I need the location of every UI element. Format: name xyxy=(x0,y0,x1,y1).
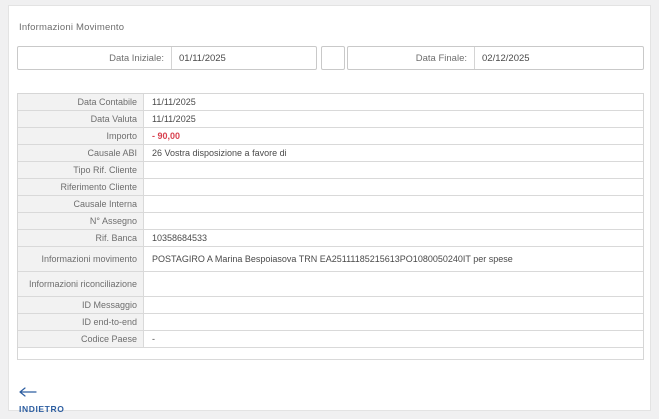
back-button[interactable]: INDIETRO xyxy=(19,384,64,414)
row-label: Data Valuta xyxy=(18,111,144,127)
row-value-negative-amount: - 90,00 xyxy=(144,128,643,144)
table-row: Informazioni riconciliazione xyxy=(18,272,643,297)
end-date-label: Data Finale: xyxy=(348,47,475,69)
table-row: Importo - 90,00 xyxy=(18,128,643,145)
table-row: Informazioni movimento POSTAGIRO A Marin… xyxy=(18,247,643,272)
row-value: - xyxy=(144,331,643,347)
date-filter-row: Data Iniziale: 01/11/2025 Data Finale: 0… xyxy=(17,46,644,70)
row-value: 10358684533 xyxy=(144,230,643,246)
row-label: Riferimento Cliente xyxy=(18,179,144,195)
row-value xyxy=(144,297,643,313)
row-label: Causale ABI xyxy=(18,145,144,161)
table-row: Data Contabile 11/11/2025 xyxy=(18,94,643,111)
row-label: ID Messaggio xyxy=(18,297,144,313)
filter-middle-box xyxy=(321,46,345,70)
row-value xyxy=(144,179,643,195)
table-row: Causale ABI 26 Vostra disposizione a fav… xyxy=(18,145,643,162)
table-row: Causale Interna xyxy=(18,196,643,213)
end-date-field: Data Finale: 02/12/2025 xyxy=(347,46,644,70)
row-value xyxy=(144,162,643,178)
table-row: Riferimento Cliente xyxy=(18,179,643,196)
row-label: Rif. Banca xyxy=(18,230,144,246)
row-value xyxy=(144,213,643,229)
row-value xyxy=(144,196,643,212)
movement-details-table: Data Contabile 11/11/2025 Data Valuta 11… xyxy=(17,93,644,360)
start-date-input[interactable]: 01/11/2025 xyxy=(172,47,316,69)
row-label: Importo xyxy=(18,128,144,144)
table-row: Tipo Rif. Cliente xyxy=(18,162,643,179)
left-arrow-icon xyxy=(19,384,64,402)
row-value: 11/11/2025 xyxy=(144,111,643,127)
table-footer-empty-row xyxy=(18,348,643,360)
row-label: ID end-to-end xyxy=(18,314,144,330)
start-date-label: Data Iniziale: xyxy=(18,47,172,69)
row-value: 11/11/2025 xyxy=(144,94,643,110)
movement-details-card: Informazioni Movimento Data Iniziale: 01… xyxy=(8,5,651,411)
table-row: N° Assegno xyxy=(18,213,643,230)
table-row: ID Messaggio xyxy=(18,297,643,314)
row-value: POSTAGIRO A Marina Bespoiasova TRN EA251… xyxy=(144,247,643,271)
row-value: 26 Vostra disposizione a favore di xyxy=(144,145,643,161)
table-row: Rif. Banca 10358684533 xyxy=(18,230,643,247)
row-label: Informazioni riconciliazione xyxy=(18,272,144,296)
page-title: Informazioni Movimento xyxy=(19,22,124,33)
row-value xyxy=(144,272,643,296)
table-row: Data Valuta 11/11/2025 xyxy=(18,111,643,128)
row-label: Codice Paese xyxy=(18,331,144,347)
end-date-input[interactable]: 02/12/2025 xyxy=(475,47,643,69)
row-label: Data Contabile xyxy=(18,94,144,110)
row-label: Tipo Rif. Cliente xyxy=(18,162,144,178)
row-value xyxy=(144,314,643,330)
row-label: Causale Interna xyxy=(18,196,144,212)
row-label: Informazioni movimento xyxy=(18,247,144,271)
back-button-label: INDIETRO xyxy=(19,404,64,414)
start-date-field: Data Iniziale: 01/11/2025 xyxy=(17,46,317,70)
table-row: ID end-to-end xyxy=(18,314,643,331)
row-label: N° Assegno xyxy=(18,213,144,229)
table-row: Codice Paese - xyxy=(18,331,643,348)
